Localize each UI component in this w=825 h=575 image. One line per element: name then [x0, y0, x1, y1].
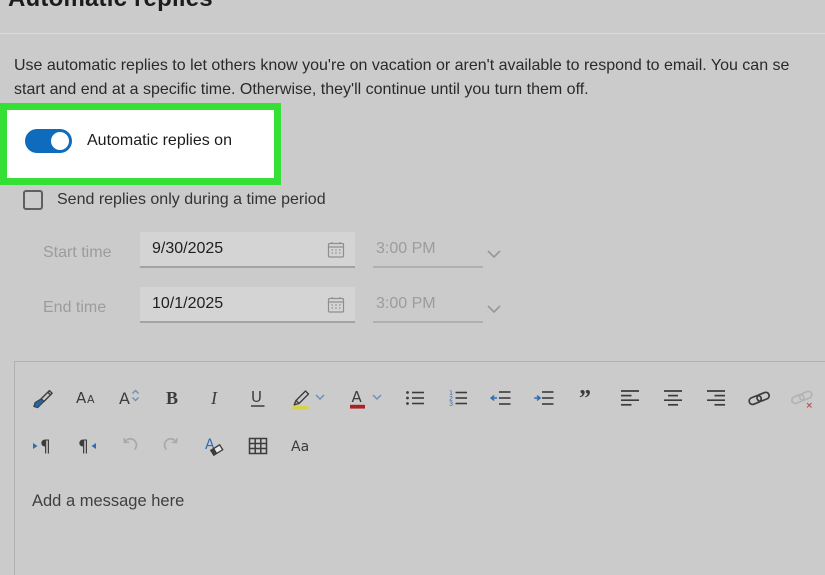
start-time-label: Start time	[43, 244, 112, 261]
toggle-knob	[51, 132, 69, 150]
automatic-replies-toggle[interactable]	[25, 129, 72, 153]
svg-text:A: A	[352, 388, 363, 406]
insert-link-icon	[747, 385, 771, 411]
end-time-value: 3:00 PM	[376, 295, 436, 312]
right-to-left-icon: ¶	[74, 433, 98, 459]
remove-link-button[interactable]: ×	[790, 384, 814, 412]
quote-icon: ”	[575, 385, 599, 411]
page-title: Automatic replies	[8, 0, 213, 13]
format-painter-button[interactable]	[31, 384, 55, 412]
font-button[interactable]: AA	[74, 384, 98, 412]
align-left-button[interactable]	[618, 384, 642, 412]
chevron-down-icon[interactable]	[486, 246, 502, 264]
description-line-2: start and end at a specific time. Otherw…	[14, 81, 589, 98]
svg-text:¶: ¶	[78, 437, 89, 457]
font-color-button[interactable]: A	[346, 384, 384, 412]
quote-button[interactable]: ”	[575, 384, 599, 412]
bullet-list-button[interactable]	[403, 384, 427, 412]
svg-text:A: A	[119, 389, 130, 408]
increase-indent-icon	[532, 385, 556, 411]
svg-text:A: A	[87, 393, 95, 406]
svg-text:3: 3	[449, 400, 453, 408]
bold-button[interactable]: B	[160, 384, 184, 412]
left-to-right-button[interactable]: ¶	[31, 432, 55, 460]
end-date-value: 10/1/2025	[152, 295, 224, 312]
svg-text:Aa: Aa	[291, 439, 309, 455]
clear-formatting-icon: A	[203, 433, 227, 459]
numbered-list-button[interactable]: 123	[446, 384, 470, 412]
decrease-indent-button[interactable]	[489, 384, 513, 412]
format-painter-icon	[31, 385, 55, 411]
end-time-field[interactable]: 3:00 PM	[373, 287, 483, 323]
svg-text:”: ”	[579, 386, 591, 411]
svg-text:U: U	[251, 388, 262, 406]
underline-button[interactable]: U	[246, 384, 270, 412]
message-editor[interactable]: A A A B I U A 1 2 3” × ¶ ¶ A Aa Add a message here	[14, 361, 825, 575]
toolbar-row-2: ¶ ¶ A Aa	[31, 432, 313, 460]
time-period-checkbox[interactable]	[23, 190, 43, 210]
italic-button[interactable]: I	[203, 384, 227, 412]
clear-formatting-button[interactable]: A	[203, 432, 227, 460]
svg-text:¶: ¶	[40, 437, 51, 457]
font-size-icon: A	[117, 385, 141, 411]
align-right-button[interactable]	[704, 384, 728, 412]
numbered-list-icon: 123	[446, 385, 470, 411]
redo-button[interactable]	[160, 432, 184, 460]
bullet-list-icon	[403, 385, 427, 411]
end-time-label: End time	[43, 299, 107, 316]
start-date-field[interactable]: 9/30/2025	[140, 232, 355, 268]
description-line-1: Use automatic replies to let others know…	[14, 57, 790, 74]
redo-icon	[160, 433, 184, 459]
start-time-value: 3:00 PM	[376, 240, 436, 257]
font-icon: AA	[74, 385, 98, 411]
start-date-value: 9/30/2025	[152, 240, 224, 257]
svg-text:B: B	[166, 388, 178, 408]
italic-icon: I	[203, 385, 227, 411]
align-right-icon	[704, 385, 728, 411]
right-to-left-button[interactable]: ¶	[74, 432, 98, 460]
underline-icon: U	[246, 385, 270, 411]
text-case-button[interactable]: Aa	[289, 432, 313, 460]
font-color-icon: A	[346, 385, 384, 411]
decrease-indent-icon	[489, 385, 513, 411]
undo-button[interactable]	[117, 432, 141, 460]
time-period-checkbox-label: Send replies only during a time period	[57, 191, 326, 208]
chevron-down-icon[interactable]	[486, 301, 502, 319]
calendar-icon[interactable]	[327, 241, 345, 264]
svg-text:×: ×	[806, 401, 814, 411]
align-left-icon	[618, 385, 642, 411]
calendar-icon[interactable]	[327, 296, 345, 319]
toolbar-row-1: A A A B I U A 1 2 3” ×	[31, 384, 814, 412]
message-placeholder: Add a message here	[32, 492, 185, 510]
highlight-color-button[interactable]	[289, 384, 327, 412]
align-center-button[interactable]	[661, 384, 685, 412]
title-divider	[0, 33, 825, 34]
increase-indent-button[interactable]	[532, 384, 556, 412]
svg-text:A: A	[76, 389, 87, 407]
text-case-icon: Aa	[289, 433, 313, 459]
start-time-field[interactable]: 3:00 PM	[373, 232, 483, 268]
bold-icon: B	[160, 385, 184, 411]
svg-text:I: I	[210, 388, 218, 408]
remove-link-icon: ×	[790, 385, 814, 411]
end-date-field[interactable]: 10/1/2025	[140, 287, 355, 323]
toggle-label: Automatic replies on	[87, 132, 232, 149]
insert-table-icon	[246, 433, 270, 459]
insert-link-button[interactable]	[747, 384, 771, 412]
font-size-button[interactable]: A	[117, 384, 141, 412]
insert-table-button[interactable]	[246, 432, 270, 460]
left-to-right-icon: ¶	[31, 433, 55, 459]
highlight-color-icon	[289, 385, 327, 411]
undo-icon	[117, 433, 141, 459]
align-center-icon	[661, 385, 685, 411]
